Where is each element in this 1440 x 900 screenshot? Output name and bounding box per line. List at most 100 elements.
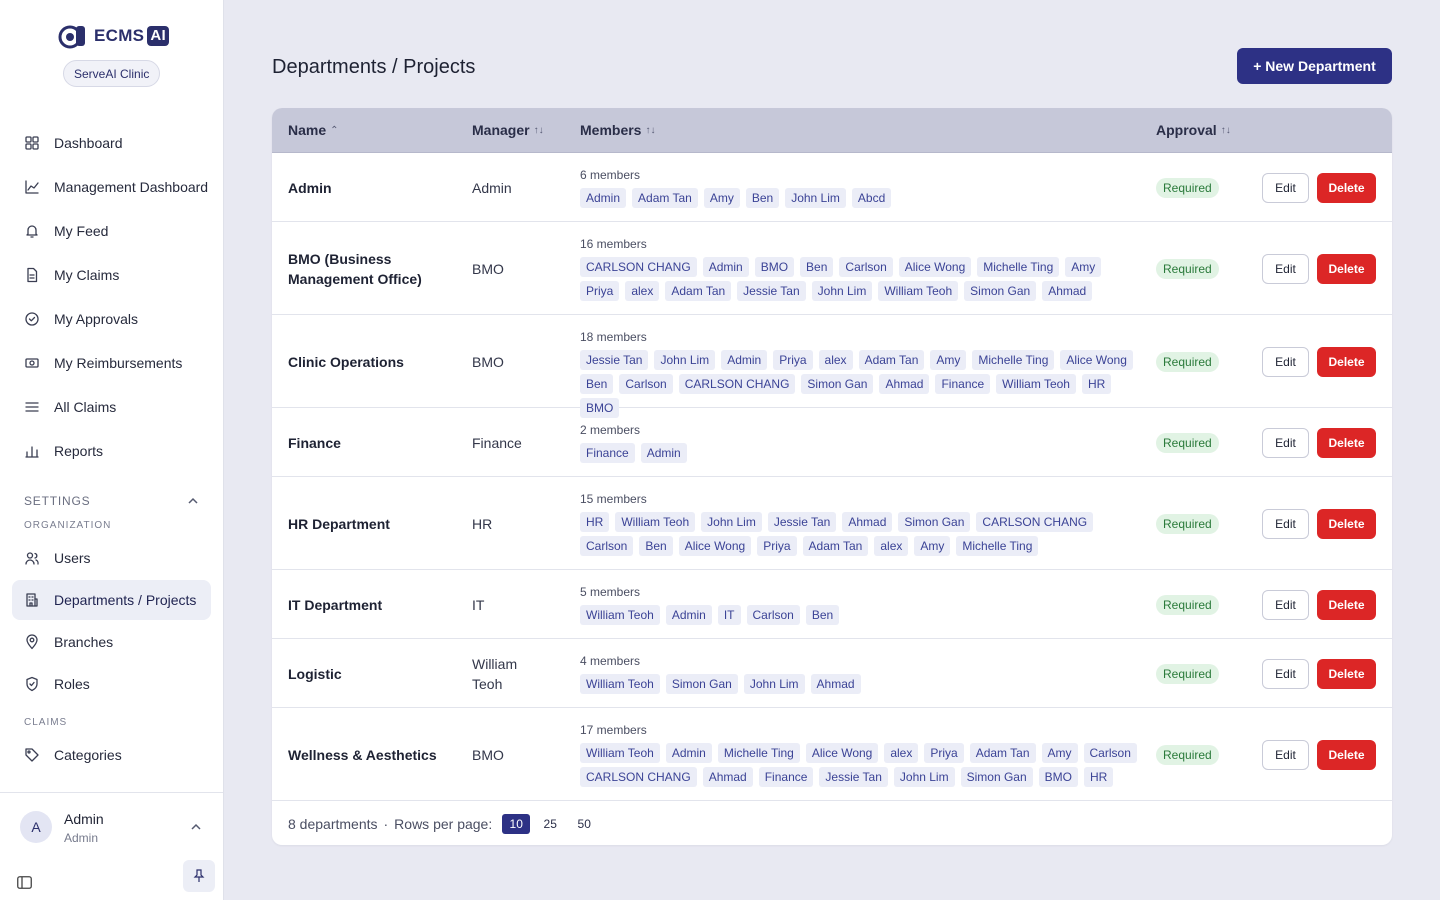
column-header-name[interactable]: Name ⌃ xyxy=(288,122,339,138)
sort-icon: ↑↓ xyxy=(533,124,544,136)
edit-button[interactable]: Edit xyxy=(1262,427,1309,458)
member-chip: Amy xyxy=(1041,742,1078,763)
department-members: 16 members CARLSON CHANG Admin BMO Ben Carlso… xyxy=(580,237,1140,301)
rows-per-page-label: Rows per page: xyxy=(394,816,493,832)
brand-name: ECMS AI xyxy=(94,26,169,46)
department-manager: Finance xyxy=(472,434,522,451)
document-icon xyxy=(27,267,38,283)
sidebar-item-label: Management Dashboard xyxy=(54,179,209,195)
sidebar-item-roles[interactable]: Roles xyxy=(12,664,211,704)
sidebar-item-my-feed[interactable]: My Feed xyxy=(12,211,211,251)
member-chip: alex xyxy=(874,535,909,556)
sidebar-item-dashboard[interactable]: Dashboard xyxy=(12,123,211,163)
brand-logo[interactable]: ECMS AI xyxy=(56,22,169,50)
column-header-members[interactable]: Members ↑↓ xyxy=(580,122,655,138)
sidebar-item-categories[interactable]: Categories xyxy=(12,735,211,775)
cash-icon xyxy=(25,358,39,368)
sidebar-item-my-reimbursements[interactable]: My Reimbursements xyxy=(12,343,211,383)
member-chip: William Teoh xyxy=(580,742,660,763)
page-size-option-10[interactable]: 10 xyxy=(502,814,531,834)
delete-button[interactable]: Delete xyxy=(1317,739,1376,770)
users-icon xyxy=(25,552,39,565)
approval-badge: Required xyxy=(1156,258,1219,279)
member-chip: Amy xyxy=(930,349,967,370)
member-chip: Ahmad xyxy=(842,511,893,532)
member-chip: John Lim xyxy=(893,766,955,787)
member-chip: Simon Gan xyxy=(960,766,1033,787)
member-chip: Ahmad xyxy=(702,766,753,787)
delete-button[interactable]: Delete xyxy=(1317,253,1376,284)
org-badge[interactable]: ServeAI Clinic xyxy=(63,60,161,87)
sidebar-item-users[interactable]: Users xyxy=(12,538,211,578)
edit-button[interactable]: Edit xyxy=(1262,739,1309,770)
member-chip: William Teoh xyxy=(878,280,959,301)
table-footer: 8 departments · Rows per page: 10 25 50 xyxy=(288,814,598,834)
page-size-option-25[interactable]: 25 xyxy=(536,814,564,834)
member-chip: Alice Wong xyxy=(805,742,879,763)
sidebar-item-my-approvals[interactable]: My Approvals xyxy=(12,299,211,339)
member-chip: Amy xyxy=(1065,256,1102,277)
chevron-up-icon[interactable] xyxy=(190,821,202,833)
sidebar-item-label: Branches xyxy=(54,634,114,650)
sidebar-toggle-icon[interactable] xyxy=(17,876,32,889)
member-chip: Admin xyxy=(702,256,749,277)
member-chip: alex xyxy=(884,742,919,763)
map-pin-icon xyxy=(26,634,38,650)
chevron-up-icon[interactable] xyxy=(187,495,199,507)
sidebar-item-my-claims[interactable]: My Claims xyxy=(12,255,211,295)
member-chip: Adam Tan xyxy=(632,187,698,208)
line-chart-icon xyxy=(25,180,39,194)
department-members: 18 members Jessie Tan John Lim Admin Priya al… xyxy=(580,330,1140,418)
sidebar-item-departments-projects[interactable]: Departments / Projects xyxy=(12,580,211,620)
sidebar-item-label: Users xyxy=(54,550,91,566)
member-chip: HR xyxy=(580,511,610,532)
user-role: Admin xyxy=(64,831,99,845)
member-chip: Admin xyxy=(721,349,768,370)
approval-badge: Required xyxy=(1156,744,1219,765)
new-department-button[interactable]: + New Department xyxy=(1237,48,1392,84)
member-chip: Priya xyxy=(924,742,964,763)
row-count: 8 departments xyxy=(288,816,378,832)
member-chip: Jessie Tan xyxy=(819,766,888,787)
sidebar-item-all-claims[interactable]: All Claims xyxy=(12,387,211,427)
member-chip: Jessie Tan xyxy=(737,280,806,301)
edit-button[interactable]: Edit xyxy=(1262,589,1309,620)
member-chip: Abcd xyxy=(851,187,892,208)
approval-badge: Required xyxy=(1156,351,1219,372)
edit-button[interactable]: Edit xyxy=(1262,346,1309,377)
list-icon xyxy=(25,402,39,412)
member-chip: John Lim xyxy=(811,280,873,301)
sidebar-item-reports[interactable]: Reports xyxy=(12,431,211,471)
column-header-approval[interactable]: Approval ↑↓ xyxy=(1156,122,1231,138)
member-chip: CARLSON CHANG xyxy=(580,766,697,787)
delete-button[interactable]: Delete xyxy=(1317,427,1376,458)
delete-button[interactable]: Delete xyxy=(1317,172,1376,203)
table-row: BMO (Business Management Office) BMO 16 me… xyxy=(272,222,1392,315)
delete-button[interactable]: Delete xyxy=(1317,346,1376,377)
edit-button[interactable]: Edit xyxy=(1262,658,1309,689)
delete-button[interactable]: Delete xyxy=(1317,508,1376,539)
department-members: 17 members William Teoh Admin Michelle Ting… xyxy=(580,723,1140,787)
sidebar-item-management-dashboard[interactable]: Management Dashboard xyxy=(12,167,211,207)
delete-button[interactable]: Delete xyxy=(1317,658,1376,689)
department-name: Wellness & Aesthetics xyxy=(288,746,437,763)
sort-icon: ↑↓ xyxy=(645,124,656,136)
department-manager: William Teoh xyxy=(472,655,518,692)
member-chip: John Lim xyxy=(785,187,846,208)
department-name: BMO (Business Management Office) xyxy=(288,250,422,287)
column-header-manager[interactable]: Manager ↑↓ xyxy=(472,122,544,138)
settings-section-title[interactable]: SETTINGS xyxy=(24,494,90,508)
member-chip: Adam Tan xyxy=(858,349,925,370)
shield-icon xyxy=(26,676,38,692)
sidebar-item-branches[interactable]: Branches xyxy=(12,622,211,662)
edit-button[interactable]: Edit xyxy=(1262,172,1309,203)
table-row: IT Department IT 5 members William Teoh Admi… xyxy=(272,570,1392,639)
delete-button[interactable]: Delete xyxy=(1317,589,1376,620)
edit-button[interactable]: Edit xyxy=(1262,508,1309,539)
member-chip: Carlson xyxy=(619,373,673,394)
edit-button[interactable]: Edit xyxy=(1262,253,1309,284)
page-size-option-50[interactable]: 50 xyxy=(570,814,598,834)
pin-sidebar-button[interactable] xyxy=(183,860,215,892)
bell-icon xyxy=(26,225,38,238)
member-chip: Michelle Ting xyxy=(717,742,800,763)
